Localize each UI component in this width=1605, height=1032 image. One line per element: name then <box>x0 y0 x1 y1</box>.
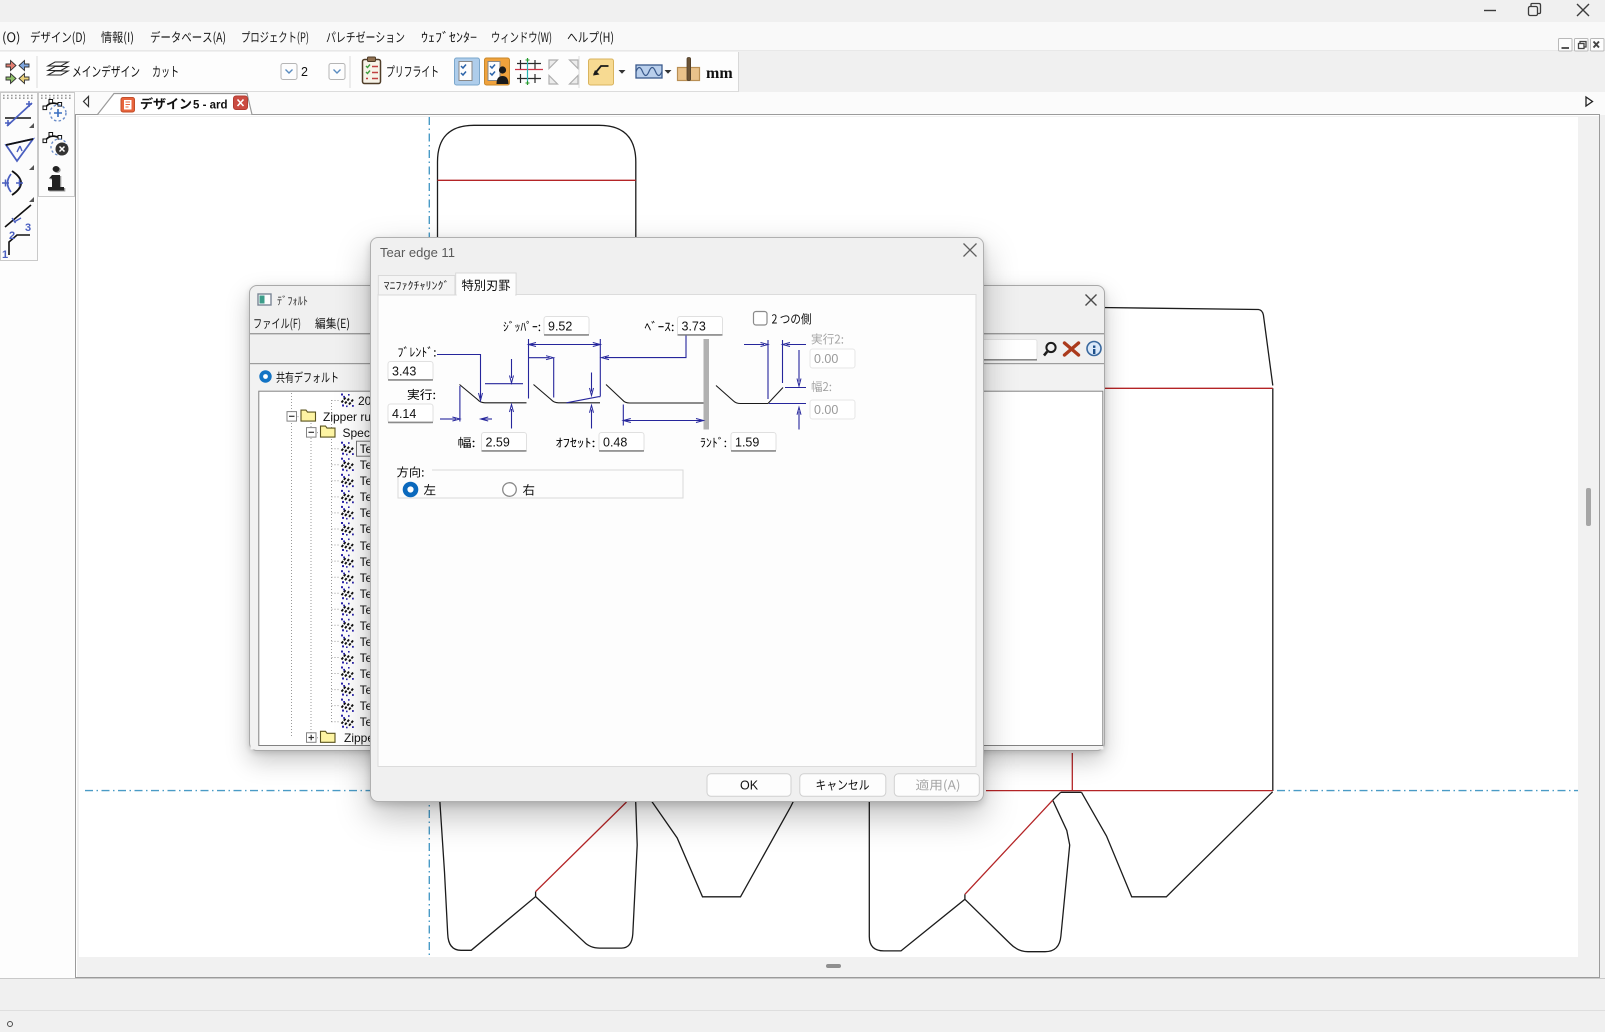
svg-text:0.00: 0.00 <box>814 403 838 417</box>
svg-text:1.59: 1.59 <box>735 436 759 450</box>
svg-text:OK: OK <box>740 778 759 792</box>
svg-text:2: 2 <box>301 65 308 79</box>
svg-text:2.59: 2.59 <box>486 436 510 450</box>
svg-text:mm: mm <box>706 65 733 82</box>
svg-text:2: 2 <box>9 230 15 242</box>
svg-text:3.43: 3.43 <box>392 365 416 379</box>
svg-text:3.73: 3.73 <box>682 320 706 334</box>
svg-text:3: 3 <box>25 222 31 234</box>
svg-text:4.14: 4.14 <box>392 407 416 421</box>
svg-text:9.52: 9.52 <box>548 320 572 334</box>
svg-text:0.48: 0.48 <box>603 436 627 450</box>
svg-text:5 - ard: 5 - ard <box>193 100 228 112</box>
svg-text:1: 1 <box>2 249 8 261</box>
svg-text:0.00: 0.00 <box>814 352 838 366</box>
